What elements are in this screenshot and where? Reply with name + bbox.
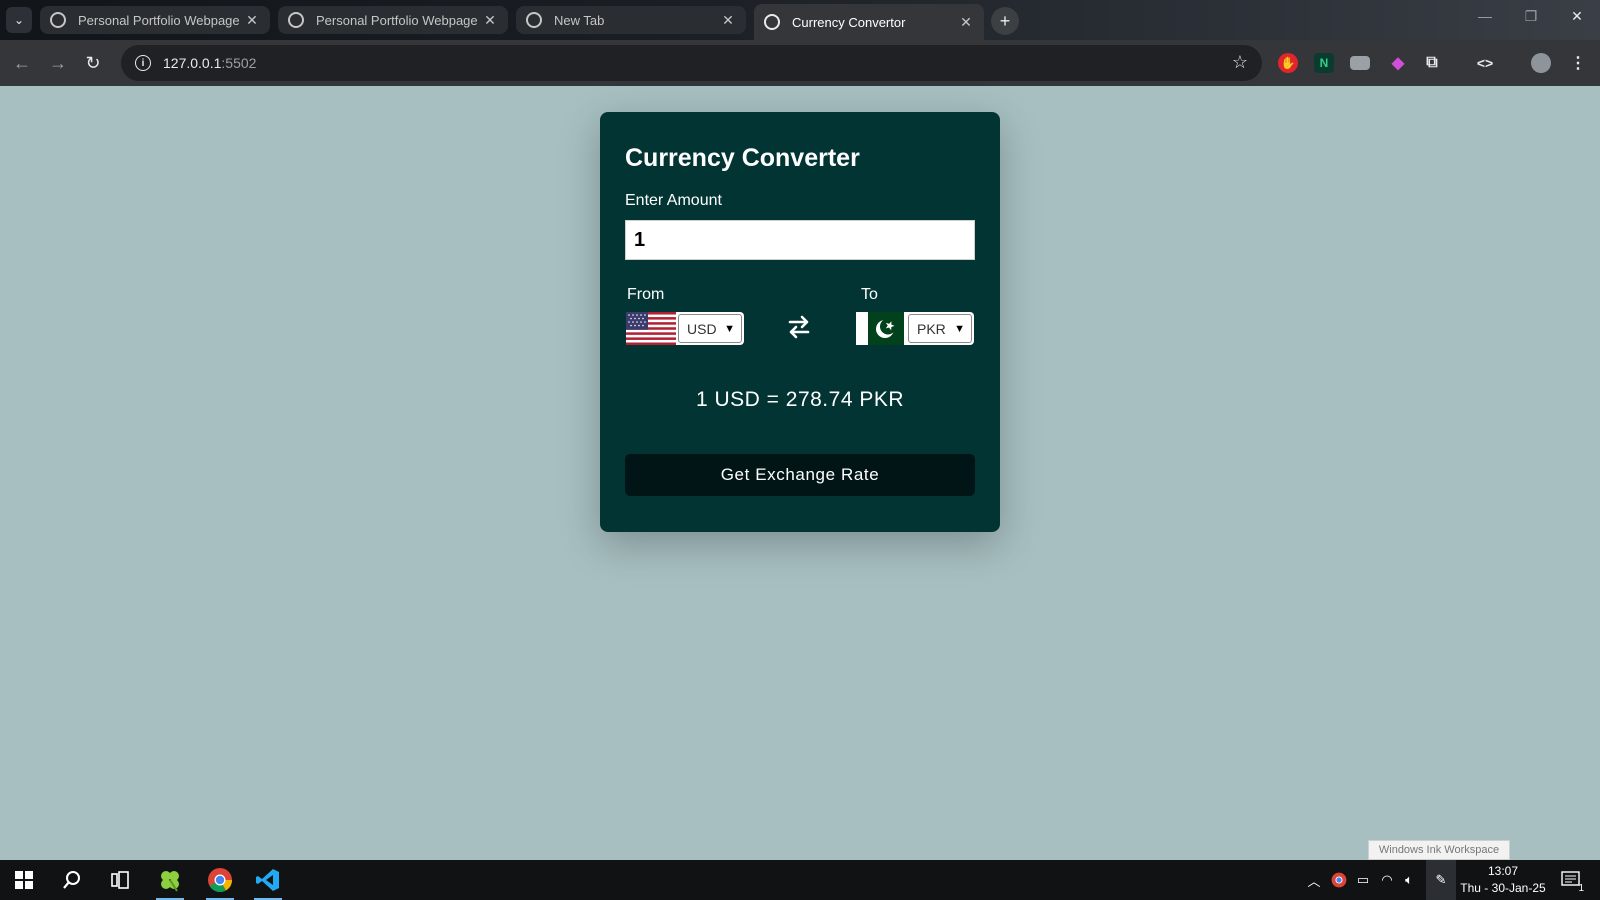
tab-portfolio-1[interactable]: Personal Portfolio Webpage ✕ (40, 6, 270, 34)
battery-icon[interactable]: ▭ (1352, 860, 1374, 900)
chevron-down-icon: ▼ (954, 322, 965, 335)
to-label: To (861, 286, 878, 303)
url-port: :5502 (221, 55, 257, 71)
converter-card: Currency Converter Enter Amount From To (600, 112, 1000, 532)
from-currency-value: USD (687, 320, 717, 337)
notification-count: 1 (1578, 883, 1584, 894)
globe-icon (288, 12, 304, 28)
globe-icon (50, 12, 66, 28)
restore-icon[interactable]: ❐ (1516, 8, 1546, 25)
chrome-icon (526, 12, 542, 28)
extension-color-icon[interactable]: ◆ (1388, 53, 1408, 73)
windows-start-icon[interactable] (0, 860, 48, 900)
chrome-tray-icon[interactable] (1328, 860, 1350, 900)
browser-toolbar: ← → ↻ i 127.0.0.1 :5502 ☆ ✋ N ◆ ⧉ <> ⋮ (0, 40, 1600, 86)
exchange-rate-text: 1 USD = 278.74 PKR (695, 388, 905, 411)
close-icon[interactable]: ✕ (958, 14, 974, 31)
page-title: Currency Converter (625, 144, 860, 172)
vscode-icon[interactable] (244, 860, 292, 900)
windows-ink-icon[interactable]: ✎ (1426, 860, 1456, 900)
tab-search-button[interactable]: ⌄ (6, 7, 32, 33)
to-currency-select[interactable]: PKR ▼ (908, 314, 972, 343)
volume-icon[interactable]: 🔈︎ (1398, 860, 1420, 900)
minimize-icon[interactable]: ― (1470, 8, 1500, 24)
tab-title: Personal Portfolio Webpage (78, 12, 240, 28)
pakistan-flag-icon (856, 312, 906, 345)
tab-new-tab[interactable]: New Tab ✕ (516, 6, 746, 34)
extension-red-icon[interactable]: ✋ (1278, 53, 1298, 73)
tab-title: New Tab (554, 12, 605, 28)
get-exchange-rate-button[interactable]: Get Exchange Rate (625, 454, 975, 496)
site-info-icon[interactable]: i (135, 55, 151, 71)
from-currency-select[interactable]: USD ▼ (678, 314, 742, 343)
close-icon[interactable]: ✕ (720, 12, 736, 29)
from-label: From (627, 286, 665, 303)
chrome-icon[interactable] (196, 860, 244, 900)
profile-avatar[interactable] (1531, 53, 1551, 73)
tab-title: Personal Portfolio Webpage (316, 12, 478, 28)
clock-time: 13:07 (1487, 864, 1519, 878)
forward-icon[interactable]: → (46, 51, 70, 75)
amount-input[interactable] (625, 220, 975, 260)
amount-label: Enter Amount (625, 192, 722, 209)
extension-card-icon[interactable] (1350, 56, 1370, 70)
show-hidden-icons-icon[interactable]: ︿ (1304, 860, 1324, 900)
address-bar[interactable]: i 127.0.0.1 :5502 ☆ (121, 45, 1262, 81)
notification-center-icon[interactable]: 1 (1556, 860, 1586, 900)
taskbar-clock[interactable]: 13:07 Thu - 30-Jan-25 (1453, 863, 1553, 897)
extensions-puzzle-icon[interactable]: ⧉ (1422, 53, 1442, 73)
clock-date: Thu - 30-Jan-25 (1460, 881, 1546, 895)
reload-icon[interactable]: ↻ (81, 51, 105, 75)
extension-n-icon[interactable]: N (1314, 53, 1334, 73)
task-view-icon[interactable] (96, 860, 144, 900)
chevron-down-icon: ▼ (724, 322, 735, 335)
windows-ink-tooltip: Windows Ink Workspace (1368, 840, 1510, 860)
tab-portfolio-2[interactable]: Personal Portfolio Webpage ✕ (278, 6, 508, 34)
clover-app-icon[interactable] (146, 860, 194, 900)
close-icon[interactable]: ✕ (482, 12, 498, 29)
tab-currency-convertor[interactable]: Currency Convertor ✕ (754, 4, 984, 40)
globe-icon (764, 14, 780, 30)
to-currency-value: PKR (917, 320, 946, 337)
to-currency-group: PKR ▼ (856, 312, 974, 345)
taskbar: ︿ ▭ ◠ 🔈︎ ✎ 13:07 Thu - 30-Jan-25 1 (0, 860, 1600, 900)
window-close-icon[interactable]: ✕ (1562, 8, 1592, 25)
search-icon[interactable] (48, 860, 96, 900)
url-host: 127.0.0.1 (163, 55, 222, 71)
devtools-code-icon[interactable]: <> (1475, 53, 1495, 73)
tab-strip: ⌄ Personal Portfolio Webpage ✕ Personal … (0, 0, 1600, 40)
new-tab-button[interactable]: + (991, 7, 1019, 35)
swap-arrows-icon[interactable] (787, 314, 811, 340)
tab-title: Currency Convertor (792, 14, 906, 30)
bookmark-star-icon[interactable]: ☆ (1232, 52, 1248, 73)
us-flag-icon (626, 312, 676, 345)
close-icon[interactable]: ✕ (244, 12, 260, 29)
from-currency-group: USD ▼ (626, 312, 744, 345)
back-icon[interactable]: ← (10, 51, 34, 75)
network-icon[interactable]: ◠ (1376, 860, 1398, 900)
menu-kebab-icon[interactable]: ⋮ (1568, 53, 1588, 73)
